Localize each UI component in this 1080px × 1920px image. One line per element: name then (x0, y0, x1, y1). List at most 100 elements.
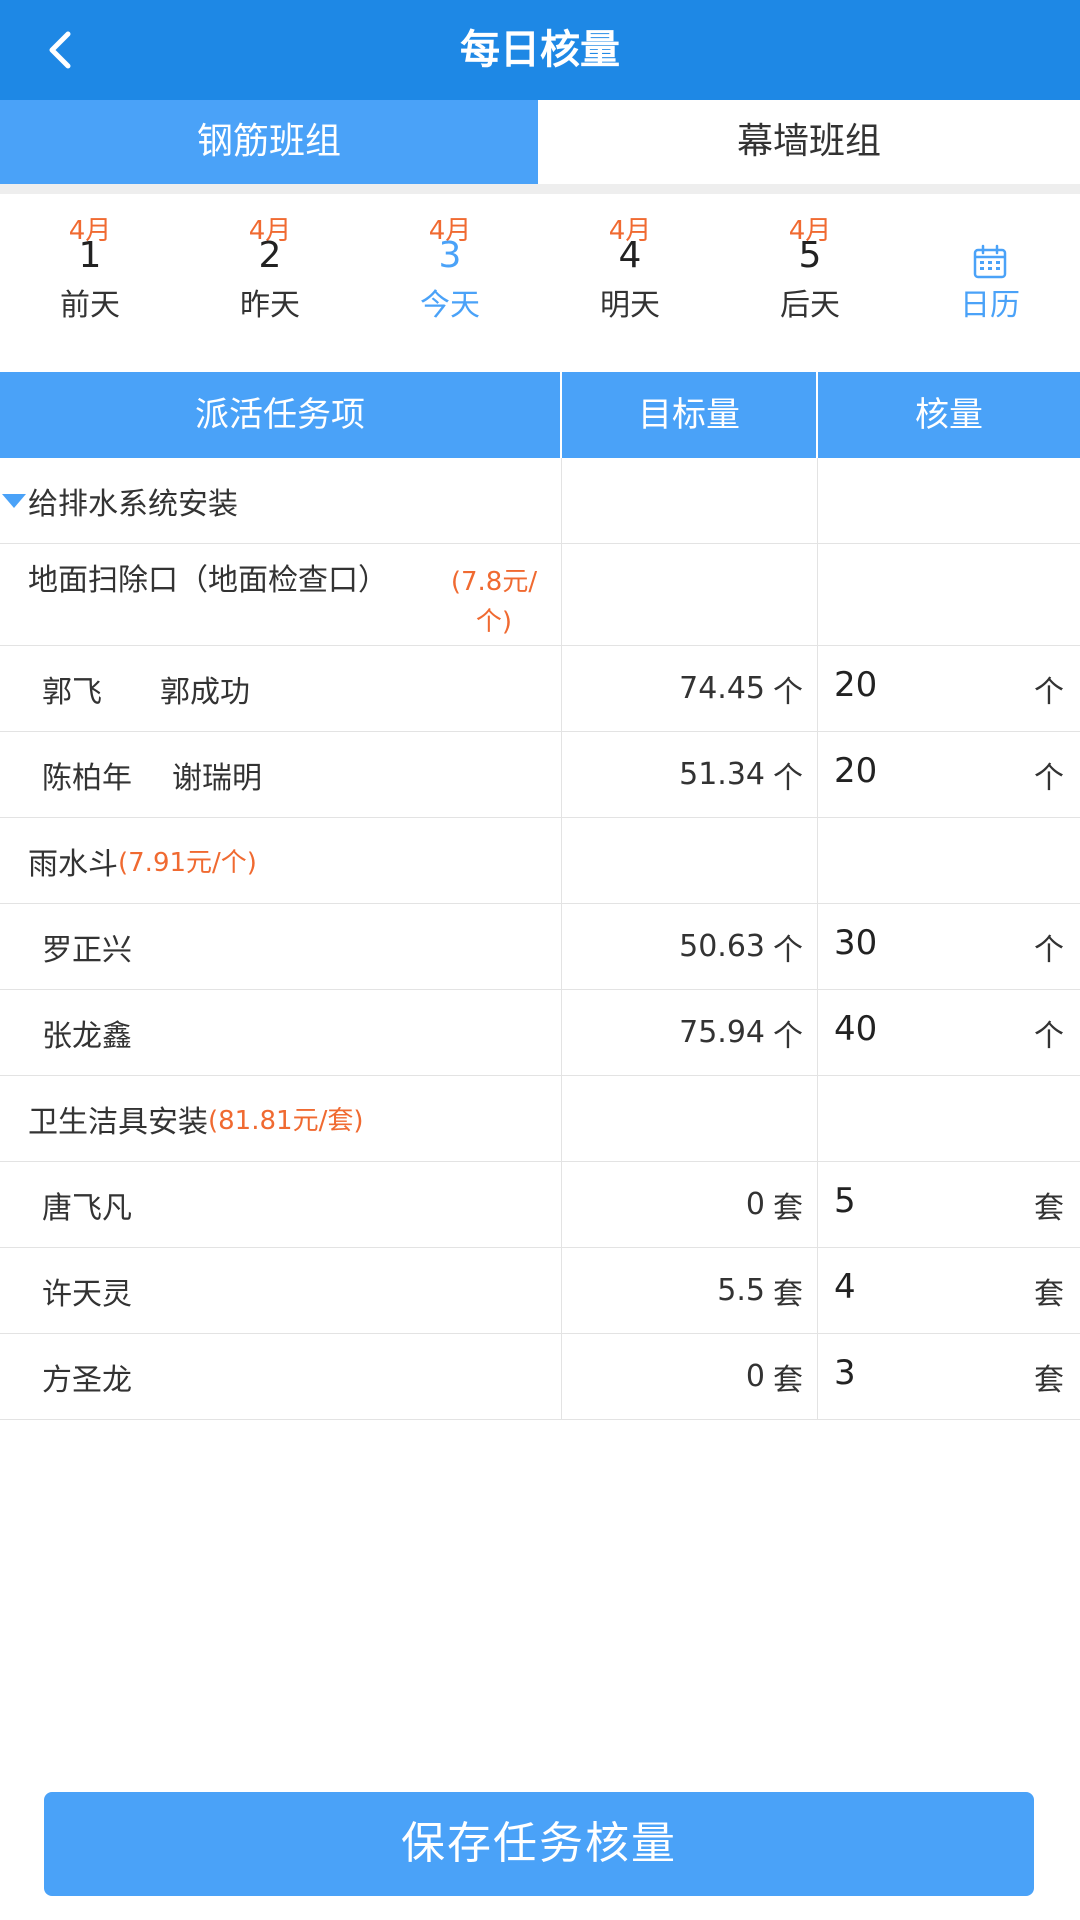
worker-names: 张龙鑫 (0, 990, 562, 1075)
target-unit: 套 (773, 1362, 803, 1398)
worker-row: 许天灵 5.5 套 4 套 (0, 1248, 1080, 1334)
target-unit: 个 (773, 1018, 803, 1054)
date-label: 后天 (780, 288, 840, 323)
worker-row: 张龙鑫 75.94 个 40 个 (0, 990, 1080, 1076)
date-yesterday[interactable]: 4月 2 昨天 (180, 194, 360, 372)
calendar-icon (973, 244, 1007, 279)
target-unit: 个 (773, 932, 803, 968)
quantity-unit: 个 (1034, 760, 1064, 796)
date-label: 前天 (60, 288, 120, 323)
quantity-value: 5 (834, 1180, 856, 1221)
quantity-unit: 套 (1034, 1190, 1064, 1226)
worker-names: 罗正兴 (0, 904, 562, 989)
quantity-value: 20 (834, 750, 878, 791)
quantity-input[interactable]: 5 套 (818, 1162, 1080, 1247)
worker-name: 唐飞凡 (42, 1190, 132, 1226)
date-tomorrow[interactable]: 4月 4 明天 (540, 194, 720, 372)
target-unit: 个 (773, 674, 803, 710)
target-cell: 51.34 个 (562, 732, 818, 817)
worker-name: 谢瑞明 (172, 760, 262, 796)
target-cell: 0 套 (562, 1334, 818, 1419)
date-day: 3 (438, 235, 462, 276)
divider (0, 184, 1080, 194)
quantity-unit: 套 (1034, 1276, 1064, 1312)
target-cell: 74.45 个 (562, 646, 818, 731)
date-today[interactable]: 4月 3 今天 (360, 194, 540, 372)
task-item-cell: 卫生洁具安装 (81.81元/套) (0, 1076, 562, 1161)
target-value: 75.94 (679, 1015, 765, 1050)
date-label: 昨天 (240, 288, 300, 323)
date-day: 4 (618, 235, 642, 276)
quantity-value: 40 (834, 1008, 878, 1049)
target-value: 51.34 (679, 757, 765, 792)
date-day: 5 (798, 235, 822, 276)
column-header-quantity: 核量 (915, 395, 983, 435)
task-item-price: (81.81元/套) (208, 1106, 364, 1136)
worker-names: 许天灵 (0, 1248, 562, 1333)
quantity-value: 30 (834, 922, 878, 963)
group-row[interactable]: 给排水系统安装 (0, 458, 1080, 544)
app-header: 每日核量 (0, 0, 1080, 100)
quantity-input[interactable]: 30 个 (818, 904, 1080, 989)
worker-row: 陈柏年 谢瑞明 51.34 个 20 个 (0, 732, 1080, 818)
target-unit: 套 (773, 1276, 803, 1312)
date-day: 1 (78, 235, 102, 276)
task-item-row: 地面扫除口（地面检查口） (7.8元/个) (0, 544, 1080, 646)
quantity-unit: 个 (1034, 1018, 1064, 1054)
worker-name: 方圣龙 (42, 1362, 132, 1398)
worker-name: 郭成功 (160, 674, 250, 710)
tab-curtain-wall-team[interactable]: 幕墙班组 (538, 100, 1080, 184)
column-header-target: 目标量 (562, 372, 818, 458)
worker-name: 陈柏年 (42, 760, 132, 796)
caret-down-icon (2, 493, 26, 508)
group-name: 给排水系统安装 (28, 486, 238, 522)
calendar-button[interactable]: 日历 (900, 194, 1080, 372)
quantity-unit: 个 (1034, 932, 1064, 968)
group-cell: 给排水系统安装 (0, 458, 562, 543)
target-cell: 75.94 个 (562, 990, 818, 1075)
target-value: 5.5 (717, 1273, 765, 1308)
quantity-input[interactable]: 4 套 (818, 1248, 1080, 1333)
task-item-price: (7.91元/个) (118, 848, 257, 878)
date-day-after-tomorrow[interactable]: 4月 5 后天 (720, 194, 900, 372)
target-value: 74.45 (679, 671, 765, 706)
target-value: 0 (745, 1187, 765, 1222)
quantity-input[interactable]: 40 个 (818, 990, 1080, 1075)
task-item-row: 雨水斗 (7.91元/个) (0, 818, 1080, 904)
worker-name: 许天灵 (42, 1276, 132, 1312)
worker-names: 郭飞 郭成功 (0, 646, 562, 731)
task-item-name: 地面扫除口（地面检查口） (28, 563, 388, 598)
target-cell: 0 套 (562, 1162, 818, 1247)
date-day: 2 (258, 235, 282, 276)
quantity-value: 3 (834, 1352, 856, 1393)
target-cell: 5.5 套 (562, 1248, 818, 1333)
worker-names: 方圣龙 (0, 1334, 562, 1419)
save-quantity-button[interactable]: 保存任务核量 (44, 1792, 1034, 1896)
target-value: 50.63 (679, 929, 765, 964)
target-value: 0 (745, 1359, 765, 1394)
task-item-name: 雨水斗 (28, 846, 118, 882)
task-item-cell: 地面扫除口（地面检查口） (7.8元/个) (0, 544, 562, 645)
target-unit: 个 (773, 760, 803, 796)
target-unit: 套 (773, 1190, 803, 1226)
calendar-label: 日历 (960, 288, 1020, 323)
page-title: 每日核量 (460, 27, 620, 73)
target-cell: 50.63 个 (562, 904, 818, 989)
worker-row: 唐飞凡 0 套 5 套 (0, 1162, 1080, 1248)
worker-names: 陈柏年 谢瑞明 (0, 732, 562, 817)
task-item-name: 卫生洁具安装 (28, 1104, 208, 1140)
quantity-value: 20 (834, 664, 878, 705)
team-tabs: 钢筋班组 幕墙班组 (0, 100, 1080, 184)
quantity-input[interactable]: 20 个 (818, 732, 1080, 817)
task-table: 派活任务项 目标量 核量 给排水系统安装 地面扫除口（地面检查口） (7.8元/… (0, 372, 1080, 1420)
quantity-input[interactable]: 20 个 (818, 646, 1080, 731)
quantity-unit: 套 (1034, 1362, 1064, 1398)
date-day-before-yesterday[interactable]: 4月 1 前天 (0, 194, 180, 372)
date-label: 明天 (600, 288, 660, 323)
worker-name: 郭飞 (42, 674, 102, 710)
task-item-row: 卫生洁具安装 (81.81元/套) (0, 1076, 1080, 1162)
task-item-price: (7.8元/个) (450, 567, 538, 637)
tab-rebar-team[interactable]: 钢筋班组 (0, 100, 538, 184)
worker-names: 唐飞凡 (0, 1162, 562, 1247)
quantity-input[interactable]: 3 套 (818, 1334, 1080, 1419)
